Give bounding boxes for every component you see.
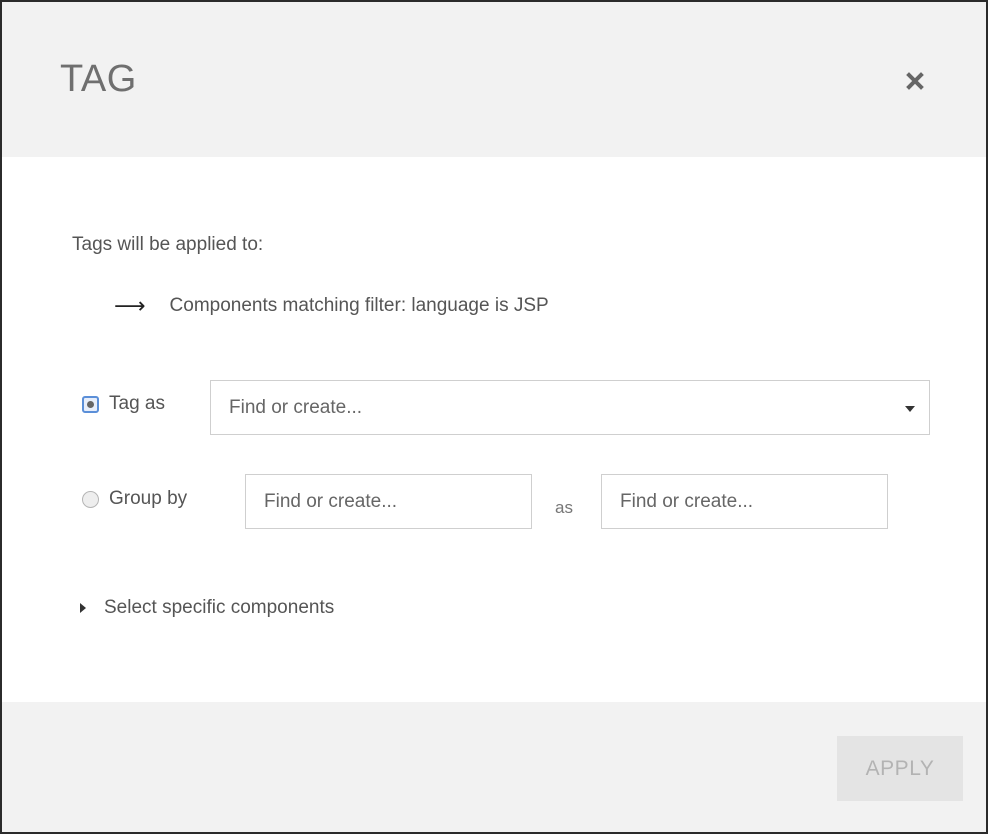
group-by-label: Group by (109, 488, 188, 509)
close-button[interactable] (900, 66, 930, 96)
tag-dialog: TAG Tags will be applied to: ⟶ Component… (0, 0, 988, 834)
close-icon (906, 72, 924, 90)
tag-as-combobox[interactable]: Find or create... (210, 380, 930, 435)
caret-right-icon (80, 603, 86, 613)
group-by-radio[interactable] (82, 490, 99, 508)
group-as-placeholder: Find or create... (620, 490, 754, 512)
group-by-field[interactable]: Find or create... (245, 474, 532, 529)
group-by-placeholder: Find or create... (264, 490, 398, 512)
applied-to-label: Tags will be applied to: (72, 234, 264, 255)
select-specific-toggle[interactable]: Select specific components (80, 597, 334, 619)
tag-as-placeholder: Find or create... (229, 396, 363, 418)
dialog-title: TAG (60, 58, 137, 100)
dialog-footer: APPLY (2, 702, 986, 832)
tag-as-label: Tag as (109, 393, 165, 414)
target-description: ⟶ Components matching filter: language i… (114, 295, 549, 317)
group-by-option[interactable]: Group by (82, 488, 187, 510)
chevron-down-icon[interactable] (905, 406, 915, 412)
tag-as-radio[interactable] (82, 395, 99, 413)
as-label: as (555, 498, 573, 517)
arrow-right-icon: ⟶ (114, 293, 146, 318)
dialog-header: TAG (2, 2, 986, 157)
apply-button[interactable]: APPLY (837, 736, 963, 801)
target-text: Components matching filter: language is … (169, 295, 549, 316)
dialog-body: Tags will be applied to: ⟶ Components ma… (2, 157, 986, 702)
tag-as-option[interactable]: Tag as (82, 393, 165, 415)
select-specific-label: Select specific components (104, 597, 335, 618)
group-as-field[interactable]: Find or create... (601, 474, 888, 529)
